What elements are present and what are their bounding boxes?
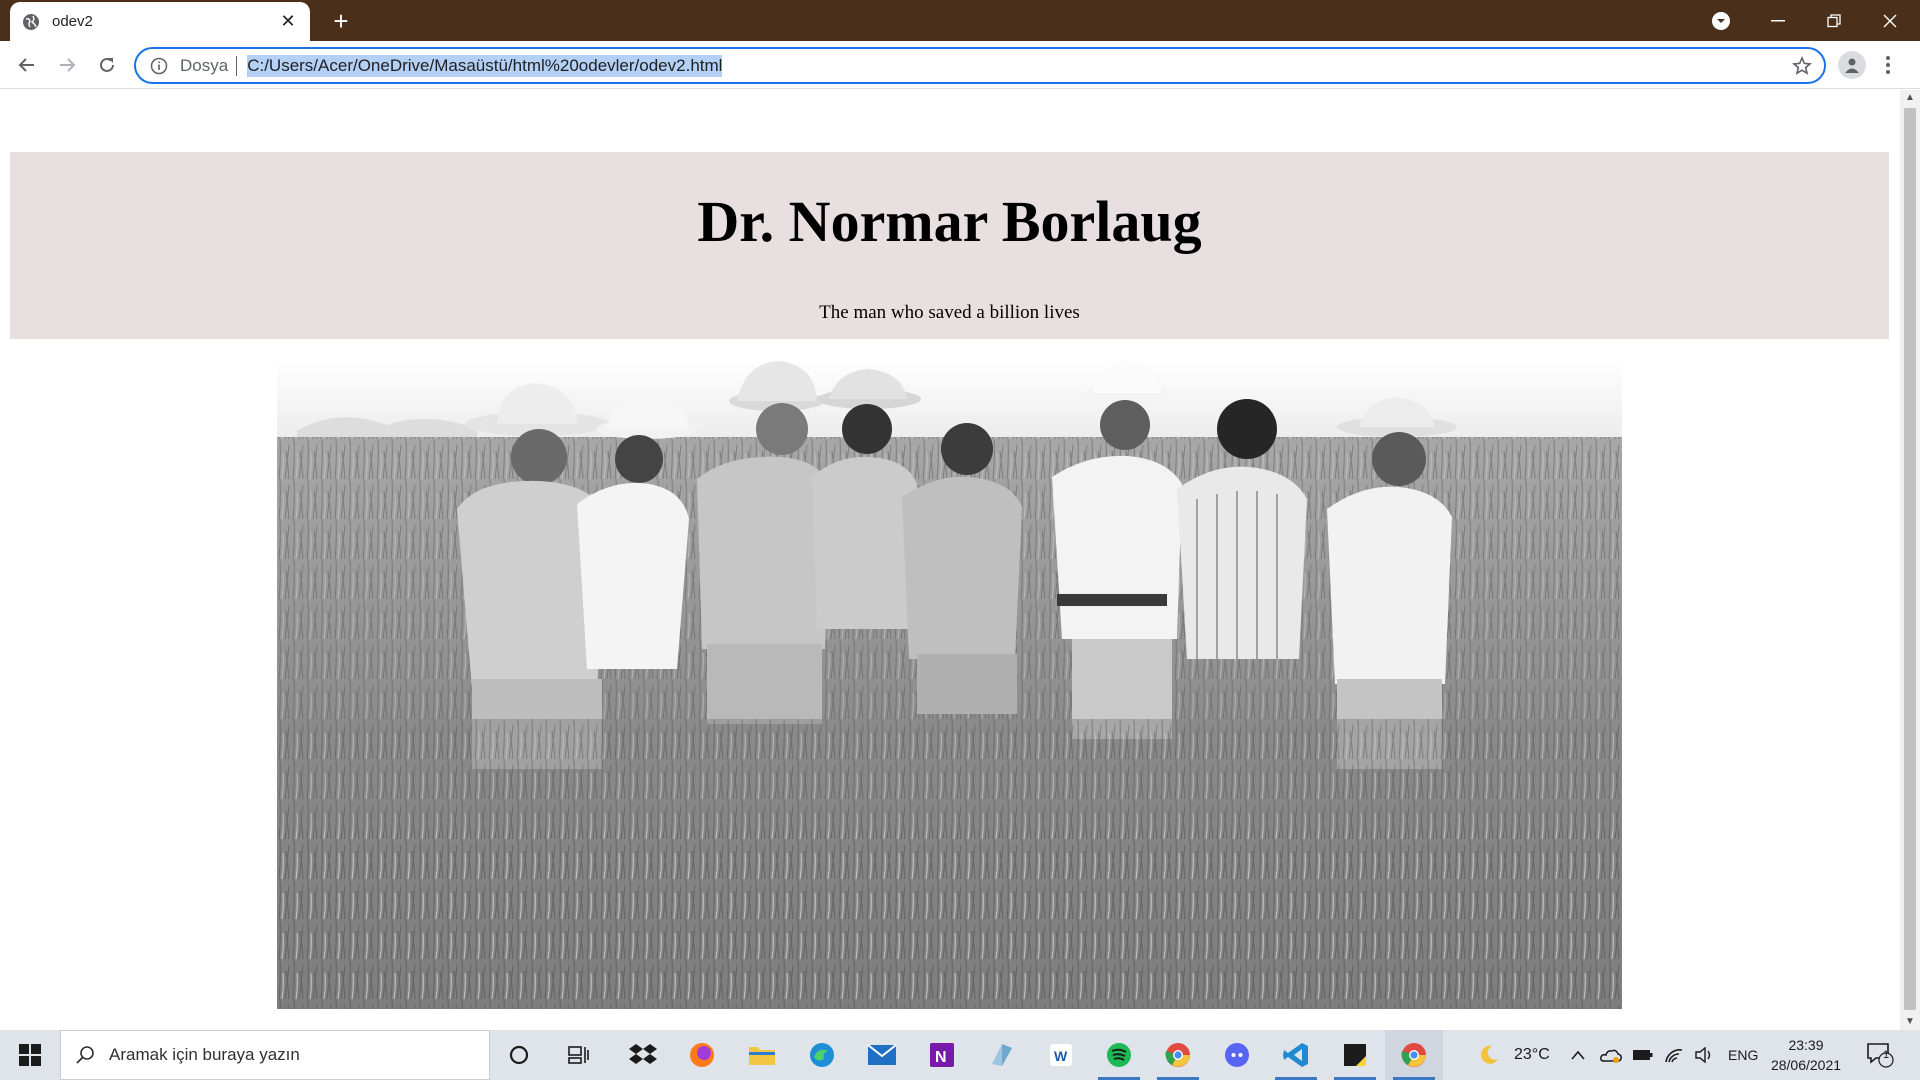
sticky-notes-icon[interactable] bbox=[1326, 1030, 1384, 1080]
person-icon bbox=[1845, 58, 1859, 73]
back-button[interactable] bbox=[13, 51, 41, 79]
restore-button[interactable] bbox=[1806, 0, 1862, 41]
close-window-button[interactable] bbox=[1862, 0, 1918, 41]
info-icon[interactable] bbox=[150, 57, 168, 75]
folder-icon bbox=[749, 1047, 775, 1065]
forward-button[interactable] bbox=[53, 51, 81, 79]
vscode-logo-icon bbox=[1283, 1043, 1308, 1067]
browser-tab-strip: odev2 ✕ + bbox=[0, 0, 1920, 41]
reload-button[interactable] bbox=[93, 51, 121, 79]
svg-text:N: N bbox=[935, 1049, 947, 1066]
page-subtitle: The man who saved a billion lives bbox=[819, 302, 1080, 323]
menu-dot bbox=[1886, 56, 1890, 60]
notification-icon bbox=[1867, 1043, 1894, 1068]
bookmark-star-icon[interactable] bbox=[1792, 56, 1812, 76]
task-view-icon[interactable] bbox=[550, 1030, 608, 1080]
spotify-icon[interactable] bbox=[1090, 1030, 1148, 1080]
reload-icon bbox=[100, 57, 114, 72]
address-bar[interactable]: Dosya C:/Users/Acer/OneDrive/Masaüstü/ht… bbox=[134, 47, 1826, 84]
search-icon bbox=[76, 1046, 94, 1064]
weather-temp: 23°C bbox=[1514, 1046, 1550, 1063]
browser-tab[interactable]: odev2 ✕ bbox=[10, 2, 310, 41]
globe-icon bbox=[23, 13, 39, 30]
paper-app-icon bbox=[992, 1044, 1012, 1066]
notification-count: 1 bbox=[1883, 1049, 1890, 1061]
svg-text:W: W bbox=[1054, 1048, 1068, 1064]
page-header: Dr. Normar Borlaug The man who saved a b… bbox=[10, 152, 1889, 339]
onenote-logo-icon: N bbox=[930, 1043, 954, 1067]
windows-taskbar: Aramak için buraya yazın N W 23°C ENG 23… bbox=[0, 1030, 1920, 1080]
discord-icon[interactable] bbox=[1208, 1030, 1266, 1080]
chrome-logo-icon bbox=[1401, 1043, 1426, 1067]
system-tray: ENG bbox=[1570, 1030, 1758, 1080]
battery-icon[interactable] bbox=[1632, 1048, 1654, 1062]
onenote-icon[interactable]: N bbox=[913, 1030, 971, 1080]
mail-icon[interactable] bbox=[853, 1030, 911, 1080]
menu-dot bbox=[1886, 70, 1890, 74]
discord-logo-icon bbox=[1225, 1043, 1249, 1067]
firefox-logo-icon bbox=[690, 1043, 714, 1067]
start-button[interactable] bbox=[0, 1030, 60, 1080]
windows-logo-icon bbox=[19, 1044, 41, 1066]
chrome-icon[interactable] bbox=[1149, 1030, 1207, 1080]
wheat-field-photo bbox=[277, 359, 1622, 1009]
dropbox-icon[interactable] bbox=[614, 1030, 672, 1080]
notification-center[interactable]: 1 bbox=[1866, 1030, 1894, 1080]
edge-logo-icon bbox=[810, 1043, 834, 1067]
clock-date: 28/06/2021 bbox=[1770, 1057, 1842, 1073]
page-scrollbar[interactable]: ▲ ▼ bbox=[1900, 90, 1920, 1030]
sticky-note-icon bbox=[1344, 1044, 1366, 1066]
tab-close-icon[interactable]: ✕ bbox=[278, 11, 298, 32]
scroll-up-icon[interactable]: ▲ bbox=[1900, 90, 1920, 106]
taskbar-search[interactable]: Aramak için buraya yazın bbox=[60, 1030, 490, 1080]
spotify-logo-icon bbox=[1107, 1043, 1131, 1067]
clock-time: 23:39 bbox=[1788, 1037, 1824, 1053]
weather-widget[interactable]: 23°C bbox=[1478, 1030, 1550, 1080]
minimize-icon bbox=[1771, 19, 1785, 21]
restore-icon bbox=[1827, 13, 1841, 27]
browser-menu-button[interactable] bbox=[1882, 53, 1894, 77]
onedrive-icon[interactable] bbox=[1600, 1046, 1622, 1064]
scroll-thumb[interactable] bbox=[1904, 108, 1916, 1010]
url-text[interactable]: C:/Users/Acer/OneDrive/Masaüstü/html%20o… bbox=[247, 54, 723, 77]
edge-icon[interactable] bbox=[793, 1030, 851, 1080]
tab-search-icon[interactable] bbox=[1710, 10, 1732, 32]
menu-dot bbox=[1886, 63, 1890, 67]
language-indicator[interactable]: ENG bbox=[1728, 1047, 1758, 1063]
chrome-active-icon[interactable] bbox=[1385, 1030, 1443, 1080]
scroll-down-icon[interactable]: ▼ bbox=[1900, 1014, 1920, 1030]
close-icon bbox=[1883, 14, 1897, 27]
browser-toolbar: Dosya C:/Users/Acer/OneDrive/Masaüstü/ht… bbox=[0, 41, 1920, 89]
forward-arrow-icon bbox=[60, 58, 76, 72]
envelope-icon bbox=[867, 1044, 897, 1065]
file-explorer-icon[interactable] bbox=[733, 1030, 791, 1080]
vscode-icon[interactable] bbox=[1267, 1030, 1325, 1080]
tab-title: odev2 bbox=[52, 13, 93, 30]
cortana-icon[interactable] bbox=[490, 1030, 548, 1080]
omnibox-separator bbox=[236, 55, 238, 76]
moon-icon bbox=[1481, 1045, 1498, 1064]
clock[interactable]: 23:39 28/06/2021 bbox=[1762, 1035, 1850, 1075]
ms-store-icon[interactable]: W bbox=[1032, 1030, 1090, 1080]
page-title: Dr. Normar Borlaug bbox=[697, 189, 1202, 254]
app-icon[interactable] bbox=[973, 1030, 1031, 1080]
firefox-icon[interactable] bbox=[673, 1030, 731, 1080]
hero-photo bbox=[277, 359, 1622, 1009]
cortana-circle-icon bbox=[509, 1045, 529, 1065]
new-tab-button[interactable]: + bbox=[326, 6, 356, 36]
scheme-label: Dosya bbox=[180, 55, 229, 75]
search-placeholder: Aramak için buraya yazın bbox=[109, 1045, 300, 1064]
dropbox-logo-icon bbox=[629, 1044, 657, 1064]
page-viewport: Dr. Normar Borlaug The man who saved a b… bbox=[0, 90, 1900, 1030]
minimize-button[interactable] bbox=[1750, 0, 1806, 41]
wifi-icon[interactable] bbox=[1664, 1046, 1684, 1064]
volume-icon[interactable] bbox=[1694, 1046, 1714, 1064]
profile-avatar[interactable] bbox=[1838, 51, 1866, 79]
chevron-up-icon[interactable] bbox=[1570, 1049, 1586, 1061]
task-view-glyph-icon bbox=[568, 1046, 589, 1064]
store-logo-icon: W bbox=[1050, 1044, 1072, 1066]
back-arrow-icon bbox=[18, 58, 34, 72]
chrome-logo-icon bbox=[1165, 1043, 1190, 1067]
